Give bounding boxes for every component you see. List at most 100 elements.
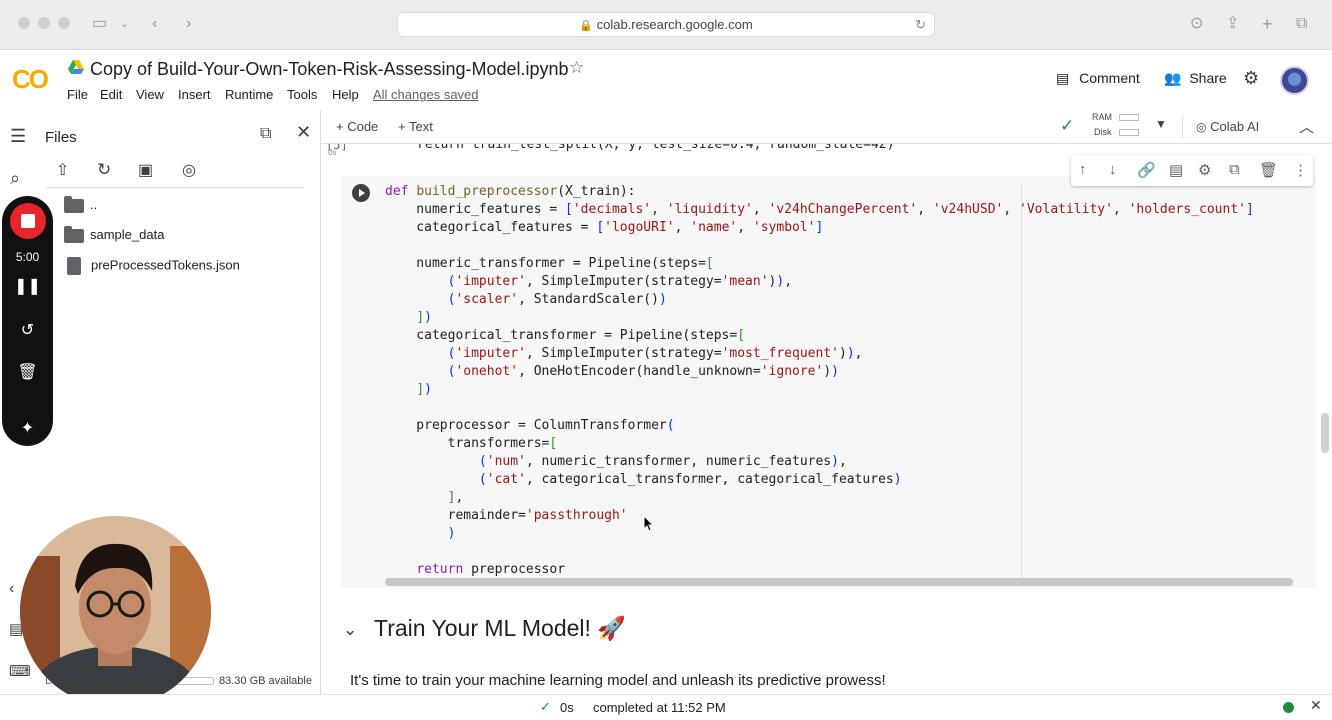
hide-files-icon[interactable]: ◎ [182, 160, 196, 180]
back-icon[interactable]: ‹ [152, 14, 157, 34]
menu-view[interactable]: View [136, 87, 164, 102]
refresh-icon[interactable]: ↻ [97, 160, 111, 180]
code-editor[interactable]: def build_preprocessor(X_train): numeric… [385, 183, 1254, 579]
url-text: colab.research.google.com [596, 17, 753, 32]
save-status[interactable]: All changes saved [373, 87, 479, 102]
code-line: ('imputer', SimpleImputer(strategy='mean… [447, 274, 793, 289]
tab-overview-icon[interactable]: ⧉ [1296, 14, 1307, 34]
code-line: return preprocessor [416, 562, 566, 577]
move-down-icon[interactable]: ↓ [1109, 161, 1117, 178]
share-button[interactable]: 👥 Share [1164, 70, 1227, 87]
new-tab-icon[interactable]: + [1262, 14, 1273, 34]
menu-insert[interactable]: Insert [178, 87, 211, 102]
browser-chrome: ▭ ⌄ ‹ › 🔒 colab.research.google.com ↻ ⊙ … [0, 0, 1332, 50]
settings-gear-icon[interactable]: ⚙ [1198, 161, 1211, 179]
chevron-left-icon[interactable]: ‹ [9, 580, 14, 598]
move-up-icon[interactable]: ↑ [1079, 161, 1087, 178]
notebook-title[interactable]: Copy of Build-Your-Own-Token-Risk-Assess… [90, 59, 569, 80]
people-icon: 👥 [1164, 70, 1182, 86]
code-line: ('num', numeric_transformer, numeric_fea… [478, 454, 847, 469]
chevron-down-icon[interactable]: ⌄ [120, 14, 129, 34]
file-row-preprocessed-tokens[interactable]: preProcessedTokens.json [64, 257, 240, 275]
collapse-header-icon[interactable]: ︿ [1299, 116, 1314, 137]
more-options-icon[interactable]: ⋮ [1293, 161, 1308, 179]
section-paragraph: It's time to train your machine learning… [350, 672, 886, 689]
code-line: transformers=[ [385, 436, 558, 451]
link-icon[interactable]: 🔗 [1137, 161, 1156, 179]
menu-tools[interactable]: Tools [287, 87, 317, 102]
menu-help[interactable]: Help [332, 87, 359, 102]
status-completed[interactable]: completed at 11:52 PM [593, 700, 726, 715]
mount-drive-icon[interactable]: ▣ [138, 160, 153, 180]
files-title: Files [45, 129, 77, 146]
ram-meter [1119, 114, 1139, 121]
cell-toolbar: ↑ ↓ 🔗 ▤ ⚙ ⧉ 🗑 ⋮ [1071, 155, 1313, 186]
code-line: categorical_transformer = Pipeline(steps… [385, 328, 746, 343]
file-icon [67, 257, 81, 275]
upload-file-icon[interactable]: ⇧ [56, 160, 69, 180]
close-icon[interactable]: ✕ [296, 122, 311, 143]
colab-ai-label: Colab AI [1210, 119, 1260, 134]
comment-icon: ▤ [1056, 70, 1070, 86]
pause-icon[interactable]: ❚❚ [2, 276, 53, 296]
page-scrollbar[interactable] [1321, 413, 1329, 453]
star-icon[interactable]: ☆ [569, 58, 584, 78]
exec-time: 0s [328, 148, 337, 157]
download-icon[interactable]: ⊙ [1190, 14, 1203, 34]
menu-runtime[interactable]: Runtime [225, 87, 273, 102]
folder-icon [64, 195, 84, 213]
play-icon [359, 189, 365, 197]
code-line: ) [447, 526, 456, 541]
code-cell[interactable]: def build_preprocessor(X_train): numeric… [341, 176, 1316, 588]
stop-recording-button[interactable] [10, 203, 46, 239]
settings-gear-icon[interactable]: ⚙ [1243, 68, 1259, 89]
connected-check-icon: ✓ [1060, 116, 1075, 135]
code-line: def build_preprocessor(X_train): [385, 184, 636, 199]
notebook-toolbar: + Code + Text ✓ RAM Disk ▼ ◎ Colab AI ︿ [322, 110, 1332, 144]
avatar[interactable] [1280, 66, 1309, 95]
menu-file[interactable]: File [67, 87, 88, 102]
table-of-contents-icon[interactable]: ☰ [10, 126, 26, 147]
run-cell-button[interactable] [352, 184, 370, 202]
add-text-button[interactable]: + Text [398, 119, 433, 134]
ram-label: RAM [1092, 112, 1112, 122]
close-window-button[interactable] [18, 17, 30, 29]
delete-icon[interactable]: 🗑 [1259, 161, 1278, 179]
open-in-tab-icon[interactable]: ⧉ [260, 125, 271, 143]
lock-icon: 🔒 [579, 20, 593, 32]
sidebar-toggle-icon[interactable]: ▭ [92, 14, 107, 34]
comment-icon[interactable]: ▤ [1169, 161, 1183, 179]
url-bar[interactable]: 🔒 colab.research.google.com ↻ [397, 12, 935, 37]
zoom-window-button[interactable] [58, 17, 70, 29]
close-icon[interactable]: ✕ [1310, 697, 1322, 714]
horizontal-scrollbar[interactable] [385, 578, 1293, 586]
effects-icon[interactable]: ✦ [2, 418, 53, 438]
collapse-section-icon[interactable]: ⌄ [343, 620, 357, 640]
section-heading: Train Your ML Model! 🚀 [374, 615, 626, 641]
mirror-cell-icon[interactable]: ⧉ [1229, 161, 1240, 178]
forward-icon[interactable]: › [186, 14, 191, 34]
file-name: preProcessedTokens.json [91, 257, 240, 273]
runtime-dropdown-icon[interactable]: ▼ [1155, 117, 1167, 131]
file-name: .. [90, 197, 98, 212]
file-row-sample-data[interactable]: sample_data [64, 225, 164, 243]
code-line: ]) [416, 382, 432, 397]
terminal-icon[interactable]: ⌨ [9, 662, 31, 680]
restart-icon[interactable]: ↺ [2, 320, 53, 340]
status-time: 0s [560, 700, 574, 715]
connection-status-dot [1283, 702, 1294, 713]
reload-icon[interactable]: ↻ [915, 13, 926, 37]
comment-button[interactable]: ▤ Comment [1056, 70, 1140, 87]
code-line: remainder='passthrough' [385, 508, 628, 523]
colab-ai-button[interactable]: ◎ Colab AI [1196, 119, 1259, 134]
colab-logo[interactable]: CO [12, 64, 49, 95]
trash-icon[interactable]: 🗑 [2, 362, 53, 382]
webcam-person [20, 516, 211, 707]
folder-icon [64, 225, 84, 243]
minimize-window-button[interactable] [38, 17, 50, 29]
add-code-button[interactable]: + Code [336, 119, 378, 134]
share-icon[interactable]: ⇪ [1226, 14, 1239, 34]
search-icon[interactable]: ⌕ [10, 168, 20, 189]
file-row-parent[interactable]: .. [64, 195, 98, 213]
menu-edit[interactable]: Edit [100, 87, 122, 102]
